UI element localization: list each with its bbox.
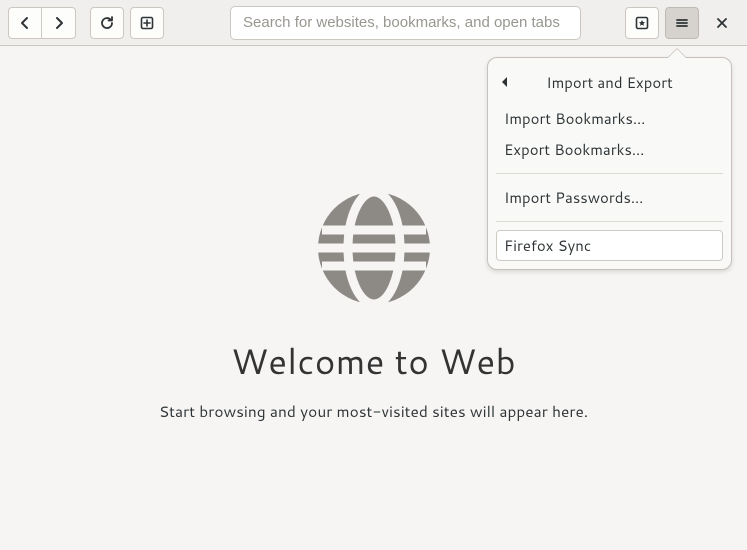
- nav-buttons: [8, 7, 76, 39]
- reload-button[interactable]: [90, 7, 124, 39]
- popover-back-button[interactable]: [500, 72, 520, 93]
- chevron-right-icon: [51, 15, 67, 31]
- welcome-title: Welcome to Web: [231, 337, 516, 386]
- menu-item-import-passwords[interactable]: Import Passwords…: [496, 182, 723, 213]
- bookmark-star-icon: [634, 15, 650, 31]
- popover-title: Import and Export: [520, 72, 719, 93]
- close-button[interactable]: [705, 7, 739, 39]
- caret-left-icon: [500, 72, 510, 93]
- menu-item-firefox-sync[interactable]: Firefox Sync: [496, 230, 723, 261]
- menu-button[interactable]: [665, 7, 699, 39]
- close-icon: [714, 15, 730, 31]
- welcome-subtitle: Start browsing and your most-visited sit…: [159, 400, 588, 422]
- new-tab-icon: [139, 15, 155, 31]
- menu-item-import-bookmarks[interactable]: Import Bookmarks…: [496, 103, 723, 134]
- new-tab-button[interactable]: [130, 7, 164, 39]
- hamburger-icon: [674, 15, 690, 31]
- search-input[interactable]: [243, 14, 568, 31]
- forward-button[interactable]: [42, 7, 76, 39]
- import-export-popover: Import and Export Import Bookmarks… Expo…: [487, 57, 732, 270]
- globe-icon: [316, 190, 432, 311]
- chevron-left-icon: [17, 15, 33, 31]
- url-bar[interactable]: [230, 6, 581, 40]
- reload-icon: [99, 15, 115, 31]
- menu-separator: [496, 173, 723, 174]
- menu-separator: [496, 221, 723, 222]
- back-button[interactable]: [8, 7, 42, 39]
- bookmarks-button[interactable]: [625, 7, 659, 39]
- menu-item-export-bookmarks[interactable]: Export Bookmarks…: [496, 134, 723, 165]
- toolbar: [0, 0, 747, 46]
- popover-header: Import and Export: [496, 66, 723, 103]
